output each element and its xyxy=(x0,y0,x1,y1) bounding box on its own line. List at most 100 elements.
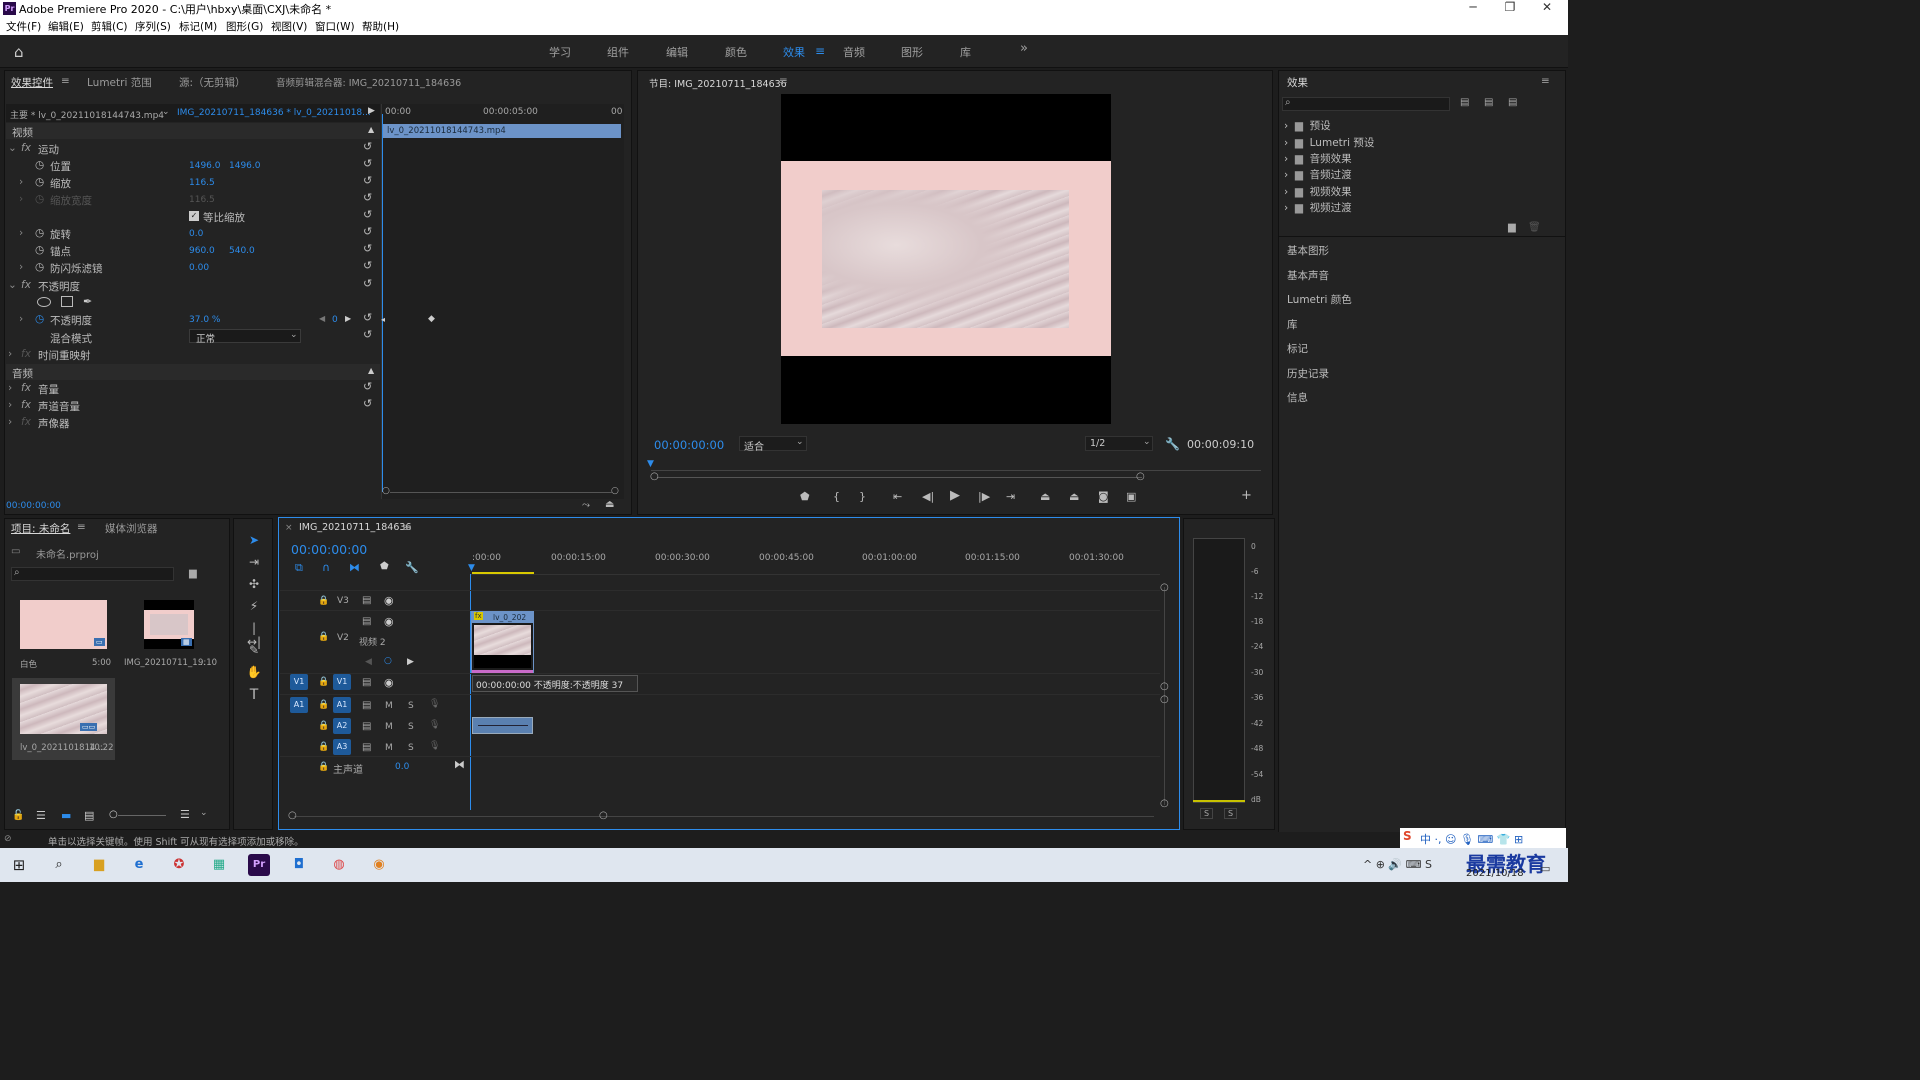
anchor-y[interactable]: 540.0 xyxy=(229,246,255,256)
reset-icon[interactable]: ↺ xyxy=(363,191,372,204)
notification-icon[interactable]: ▭ xyxy=(1540,862,1550,875)
anchor-x[interactable]: 960.0 xyxy=(189,246,215,256)
workspace-more-icon[interactable]: » xyxy=(1020,41,1028,56)
file-explorer-icon[interactable]: ▆ xyxy=(88,854,110,876)
add-marker-icon[interactable]: ⬟ xyxy=(800,490,810,503)
eye-icon[interactable]: ◉ xyxy=(384,594,394,607)
zoom-handle-icon[interactable]: ○ xyxy=(611,486,619,496)
stopwatch-icon[interactable]: ◷ xyxy=(35,159,44,171)
reset-icon[interactable]: ↺ xyxy=(363,157,372,170)
expand-icon[interactable]: › xyxy=(19,261,23,273)
horizontal-scrollbar[interactable] xyxy=(294,816,1154,817)
freeform-view-icon[interactable]: ▤ xyxy=(84,809,94,822)
section-essential-sound[interactable]: 基本声音 xyxy=(1287,268,1329,283)
tab-lumetri-scopes[interactable]: Lumetri 范围 xyxy=(87,75,152,90)
effects-folder-lumetri-presets[interactable]: › ▆ Lumetri 预设 xyxy=(1284,135,1374,150)
panel-menu-icon[interactable]: ≡ xyxy=(77,521,86,533)
32bit-effects-icon[interactable]: ▤ xyxy=(1484,97,1493,108)
workspace-graphics[interactable]: 图形 xyxy=(901,44,923,60)
effects-folder-video-effects[interactable]: › ▆ 视频效果 xyxy=(1284,184,1352,199)
menu-clip[interactable]: 剪辑(C) xyxy=(91,19,128,34)
new-bin-icon[interactable]: ▆ xyxy=(1508,222,1516,233)
razor-tool-icon[interactable]: ⚡ xyxy=(245,599,263,615)
snap-icon[interactable]: ∩ xyxy=(322,561,330,574)
scroll-handle-icon[interactable]: ○ xyxy=(288,810,297,821)
scroll-handle-icon[interactable]: ○ xyxy=(599,810,608,821)
ec-clip-bar[interactable]: lv_0_20211018144743.mp4 xyxy=(383,124,621,138)
mute-button[interactable]: M xyxy=(385,743,393,753)
menu-sequence[interactable]: 序列(S) xyxy=(135,19,171,34)
section-info[interactable]: 信息 xyxy=(1287,390,1308,405)
next-keyframe-icon[interactable]: ▶ xyxy=(345,314,351,323)
home-icon[interactable]: ⌂ xyxy=(14,43,24,61)
opacity-value[interactable]: 37.0 % xyxy=(189,315,220,325)
add-button-icon[interactable]: + xyxy=(1241,488,1252,503)
mark-in-icon[interactable]: { xyxy=(833,490,840,503)
expand-icon[interactable]: › xyxy=(8,382,12,394)
tab-effect-controls[interactable]: 效果控件 xyxy=(11,75,53,90)
step-forward-icon[interactable]: |▶ xyxy=(978,490,990,503)
lock-icon[interactable]: 🔒 xyxy=(318,596,329,606)
premiere-taskbar-icon[interactable]: Pr xyxy=(248,854,270,876)
ime-status-icons[interactable]: 中 ·, ☺ 🎙 ⌨ 👕 ⊞ xyxy=(1420,831,1523,847)
sync-lock-icon[interactable]: ▤ xyxy=(362,742,371,753)
menu-marker[interactable]: 标记(M) xyxy=(179,19,217,34)
menu-graphics[interactable]: 图形(G) xyxy=(226,19,263,34)
lock-icon[interactable]: 🔒 xyxy=(318,742,329,752)
reset-icon[interactable]: ↺ xyxy=(363,259,372,272)
type-tool-icon[interactable]: T xyxy=(245,687,263,703)
app-icon[interactable]: ◘ xyxy=(288,854,310,876)
section-libraries[interactable]: 库 xyxy=(1287,317,1298,332)
mic-icon[interactable]: 🎙 xyxy=(429,720,440,730)
stopwatch-icon[interactable]: ◷ xyxy=(35,244,44,256)
program-zoom-bar[interactable] xyxy=(657,477,1142,478)
effects-folder-audio-transitions[interactable]: › ▆ 音频过渡 xyxy=(1284,167,1352,182)
close-icon[interactable]: × xyxy=(285,523,293,533)
effects-search-input[interactable] xyxy=(1282,97,1450,111)
fx-icon[interactable]: fx xyxy=(21,142,31,154)
reset-icon[interactable]: ↺ xyxy=(363,397,372,410)
workspace-learn[interactable]: 学习 xyxy=(549,44,571,60)
stopwatch-icon[interactable]: ◷ xyxy=(35,261,44,273)
selection-tool-icon[interactable]: ➤ xyxy=(245,533,263,549)
workspace-menu-icon[interactable]: ≡ xyxy=(815,44,825,58)
expand-arrow-icon[interactable]: ▶ xyxy=(368,106,375,116)
add-marker-icon[interactable]: ⬟ xyxy=(380,561,389,572)
app-icon[interactable]: ✪ xyxy=(168,854,190,876)
ec-timecode[interactable]: 00:00:00:00 xyxy=(6,501,61,511)
ec-playhead[interactable] xyxy=(382,114,383,492)
scroll-handle-icon[interactable]: ○ xyxy=(1160,694,1169,705)
go-to-in-icon[interactable]: ⇤ xyxy=(893,490,902,503)
eye-icon[interactable]: ◉ xyxy=(384,676,394,689)
position-y[interactable]: 1496.0 xyxy=(229,161,261,171)
export-icon[interactable]: ⏏ xyxy=(605,499,614,510)
track-target-a1[interactable]: A1 xyxy=(333,697,351,713)
effects-folder-presets[interactable]: › ▆ 预设 xyxy=(1284,118,1331,133)
project-search-input[interactable] xyxy=(11,567,174,581)
lock-icon[interactable]: 🔓 xyxy=(12,810,24,821)
go-to-out-icon[interactable]: ⇥ xyxy=(1006,490,1015,503)
reset-icon[interactable]: ↺ xyxy=(363,140,372,153)
app-icon[interactable]: ▦ xyxy=(208,854,230,876)
expand-icon[interactable]: › xyxy=(8,416,12,428)
track-target-v1[interactable]: V1 xyxy=(333,674,351,690)
track-target-a3[interactable]: A3 xyxy=(333,739,351,755)
sync-lock-icon[interactable]: ▤ xyxy=(362,595,371,606)
rectangle-mask-icon[interactable] xyxy=(61,296,73,307)
lift-icon[interactable]: ⏏ xyxy=(1040,490,1050,503)
zoom-handle-icon[interactable]: ○ xyxy=(382,486,390,496)
collapse-icon[interactable]: ▲ xyxy=(368,125,374,134)
effects-folder-video-transitions[interactable]: › ▆ 视频过渡 xyxy=(1284,200,1352,215)
edge-icon[interactable]: e xyxy=(128,854,150,876)
solo-button[interactable]: S xyxy=(408,743,414,753)
panel-menu-icon[interactable]: ≡ xyxy=(403,522,412,534)
ec-zoom-bar[interactable] xyxy=(390,492,612,493)
track-select-tool-icon[interactable]: ⇥ xyxy=(245,555,263,571)
minimize-button[interactable]: ─ xyxy=(1453,0,1493,14)
scroll-handle-icon[interactable]: ○ xyxy=(1160,798,1169,809)
tab-project[interactable]: 项目: 未命名 xyxy=(11,521,70,536)
windows-start-icon[interactable]: ⊞ xyxy=(8,854,30,876)
nest-icon[interactable]: ⧉ xyxy=(295,561,303,575)
search-icon[interactable]: ⌕ xyxy=(48,854,70,876)
hand-tool-icon[interactable]: ✋ xyxy=(245,665,263,681)
